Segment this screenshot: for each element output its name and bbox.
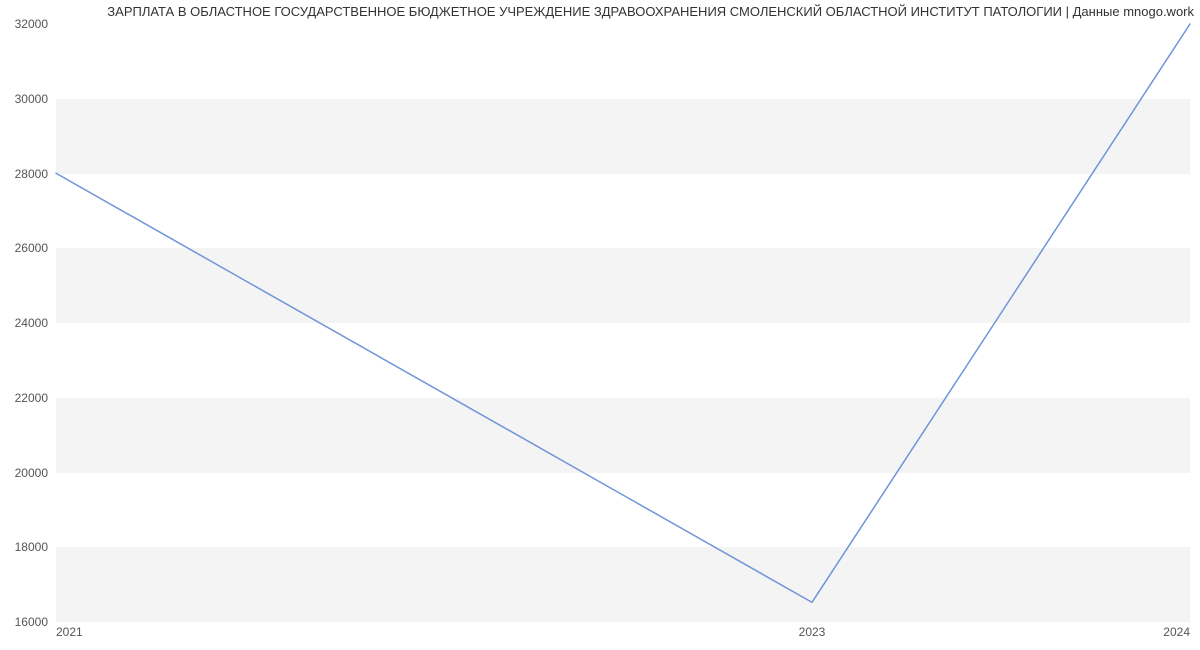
x-tick-label: 2023 [799,625,826,639]
y-tick-label: 22000 [15,391,48,405]
y-tick-label: 26000 [15,241,48,255]
chart-line [56,24,1190,621]
x-tick-label: 2024 [1163,625,1190,639]
chart-plot-area: 1600018000200002200024000260002800030000… [56,24,1190,622]
y-tick-label: 24000 [15,316,48,330]
chart-series-polyline [56,24,1190,602]
y-tick-label: 30000 [15,92,48,106]
y-tick-label: 32000 [15,17,48,31]
y-tick-label: 28000 [15,167,48,181]
x-tick-label: 2021 [56,625,83,639]
chart-title: ЗАРПЛАТА В ОБЛАСТНОЕ ГОСУДАРСТВЕННОЕ БЮД… [107,4,1194,19]
y-tick-label: 16000 [15,615,48,629]
y-tick-label: 18000 [15,540,48,554]
y-tick-label: 20000 [15,466,48,480]
